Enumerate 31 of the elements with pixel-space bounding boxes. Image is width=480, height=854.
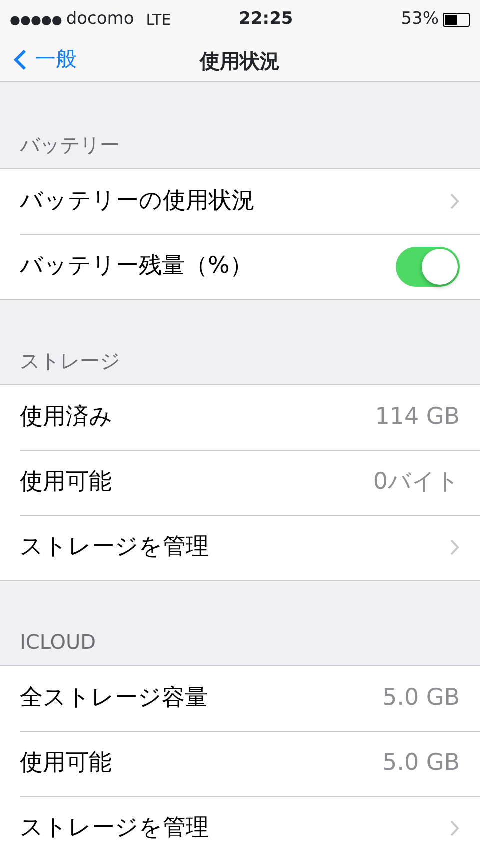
row-label: 使用済み xyxy=(20,403,113,432)
section-header: ICLOUD xyxy=(19,629,98,656)
row-value: 5.0 GB xyxy=(382,749,460,778)
chevron-icon xyxy=(450,193,460,210)
screen-title: 使用状況 xyxy=(200,48,280,74)
row-label: 使用可能 xyxy=(20,749,112,778)
back-button[interactable]: 一般 xyxy=(10,44,81,76)
section-header: ストレージ xyxy=(19,348,121,375)
row-value: 0バイト xyxy=(373,468,460,498)
battery-percent: 53% xyxy=(401,8,439,32)
settings-row[interactable]: ストレージを管理 xyxy=(0,796,480,854)
clock-time: 22:25 xyxy=(239,8,294,32)
row-label: 使用可能 xyxy=(20,468,112,498)
settings-row[interactable]: ストレージを管理 xyxy=(0,515,480,580)
chevron-icon xyxy=(450,539,460,556)
network-type: LTE xyxy=(146,10,172,31)
row-label: 全ストレージ容量 xyxy=(20,684,208,714)
toggle-switch[interactable] xyxy=(396,246,460,286)
carrier-name: docomo xyxy=(66,8,134,32)
settings-row[interactable]: バッテリーの使用状況 xyxy=(0,169,480,234)
row-value: 114 GB xyxy=(375,403,460,432)
row-label: ストレージを管理 xyxy=(20,533,209,562)
row-label: バッテリーの使用状況 xyxy=(20,187,255,216)
back-chevron-icon xyxy=(14,48,27,71)
row-label: バッテリー残量（%） xyxy=(20,252,253,282)
chevron-icon xyxy=(450,820,460,837)
row-value: 5.0 GB xyxy=(382,684,460,714)
battery-icon xyxy=(443,13,470,27)
signal-strength: ●●●●● xyxy=(10,12,62,29)
section-header: バッテリー xyxy=(19,132,121,159)
row-label: ストレージを管理 xyxy=(20,814,209,844)
